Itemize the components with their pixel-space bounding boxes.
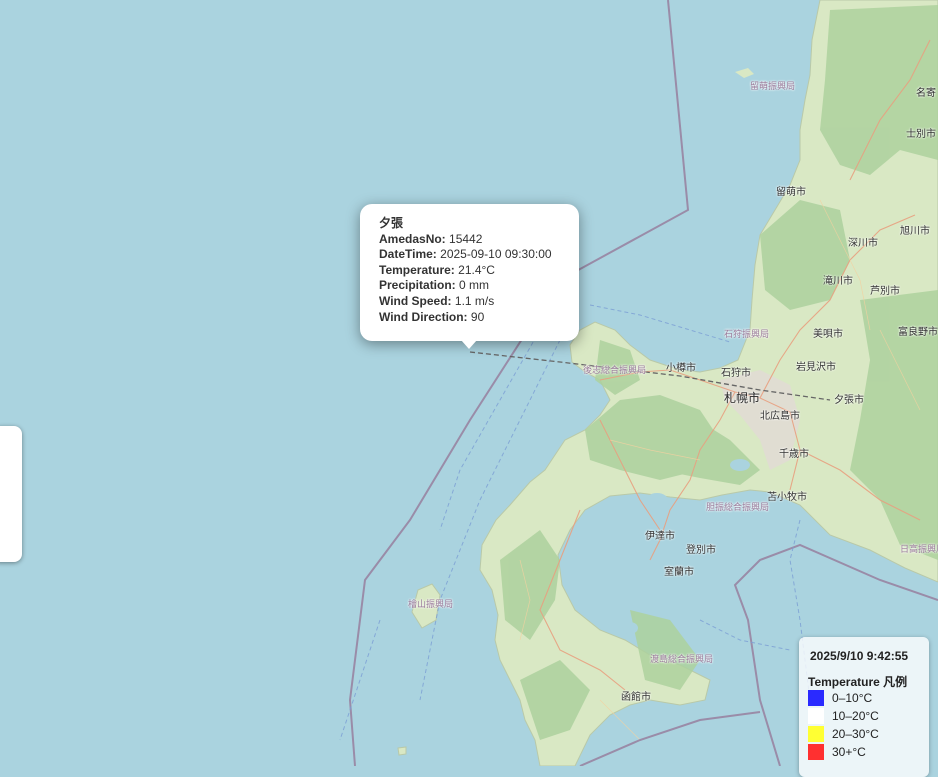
label-nayoro: 名寄 bbox=[916, 88, 936, 99]
label-ashibetsu: 芦別市 bbox=[870, 286, 900, 297]
label-chitose: 千歳市 bbox=[779, 449, 809, 460]
legend-swatch bbox=[808, 744, 824, 760]
popup-row-precipitation: Precipitation: 0 mm bbox=[379, 278, 490, 293]
label-date: 伊達市 bbox=[645, 531, 675, 542]
label-iwamizawa: 岩見沢市 bbox=[796, 362, 836, 373]
popup-tip bbox=[461, 340, 477, 349]
label-kitahiroshima: 北広島市 bbox=[760, 411, 800, 422]
legend-item-label: 10–20°C bbox=[832, 709, 879, 723]
popup-row-datetime: DateTime: 2025-09-10 09:30:00 bbox=[379, 247, 552, 262]
label-tomakomai: 苫小牧市 bbox=[767, 492, 807, 503]
label-hiyama-subprefecture: 檜山振興局 bbox=[408, 600, 454, 610]
label-furano: 富良野市 bbox=[898, 327, 938, 338]
label-hidaka-subprefecture: 日高振興局 bbox=[900, 545, 938, 555]
label-noboribetsu: 登別市 bbox=[686, 545, 716, 556]
popup-station-name: 夕張 bbox=[379, 216, 404, 230]
label-bibai: 美唄市 bbox=[813, 329, 843, 340]
label-yubari: 夕張市 bbox=[834, 395, 864, 406]
station-popup: 夕張 AmedasNo: 15442 DateTime: 2025-09-10 … bbox=[360, 204, 579, 349]
temperature-legend: 2025/9/10 9:42:55 Temperature 凡例 0–10°C … bbox=[799, 637, 929, 777]
legend-swatch bbox=[808, 726, 824, 742]
label-hakodate: 函館市 bbox=[621, 692, 651, 703]
popup-row-wind-direction: Wind Direction: 90 bbox=[379, 309, 485, 324]
legend-swatch bbox=[808, 708, 824, 724]
label-rumoi: 留萌市 bbox=[776, 187, 806, 198]
label-takikawa: 滝川市 bbox=[823, 276, 853, 287]
label-fukagawa: 深川市 bbox=[848, 238, 878, 249]
legend-swatch bbox=[808, 690, 824, 706]
label-oshima-subprefecture: 渡島総合振興局 bbox=[650, 655, 714, 665]
legend-item-label: 20–30°C bbox=[832, 727, 879, 741]
popup-row-temperature: Temperature: 21.4°C bbox=[379, 262, 495, 277]
label-ishikari-subprefecture: 石狩振興局 bbox=[724, 330, 770, 340]
label-otaru: 小樽市 bbox=[666, 363, 696, 374]
label-ishikari: 石狩市 bbox=[721, 368, 751, 379]
side-panel-handle[interactable] bbox=[0, 426, 22, 562]
label-asahikawa: 旭川市 bbox=[900, 226, 930, 237]
popup-row-wind-speed: Wind Speed: 1.1 m/s bbox=[379, 293, 495, 308]
label-iburi-subprefecture: 胆振総合振興局 bbox=[706, 503, 770, 513]
base-map[interactable] bbox=[0, 0, 938, 766]
legend-item-label: 30+°C bbox=[832, 745, 866, 759]
label-muroran: 室蘭市 bbox=[664, 567, 694, 578]
label-shibetsu: 士別市 bbox=[906, 129, 936, 140]
popup-row-amedas: AmedasNo: 15442 bbox=[379, 231, 483, 246]
legend-title: Temperature 凡例 bbox=[808, 675, 908, 689]
label-shiribeshi-subprefecture: 後志総合振興局 bbox=[583, 366, 647, 376]
label-sapporo: 札幌市 bbox=[724, 391, 761, 405]
legend-timestamp: 2025/9/10 9:42:55 bbox=[810, 649, 909, 663]
label-rumoi-subprefecture: 留萌振興局 bbox=[750, 82, 796, 92]
legend-item-label: 0–10°C bbox=[832, 691, 873, 705]
